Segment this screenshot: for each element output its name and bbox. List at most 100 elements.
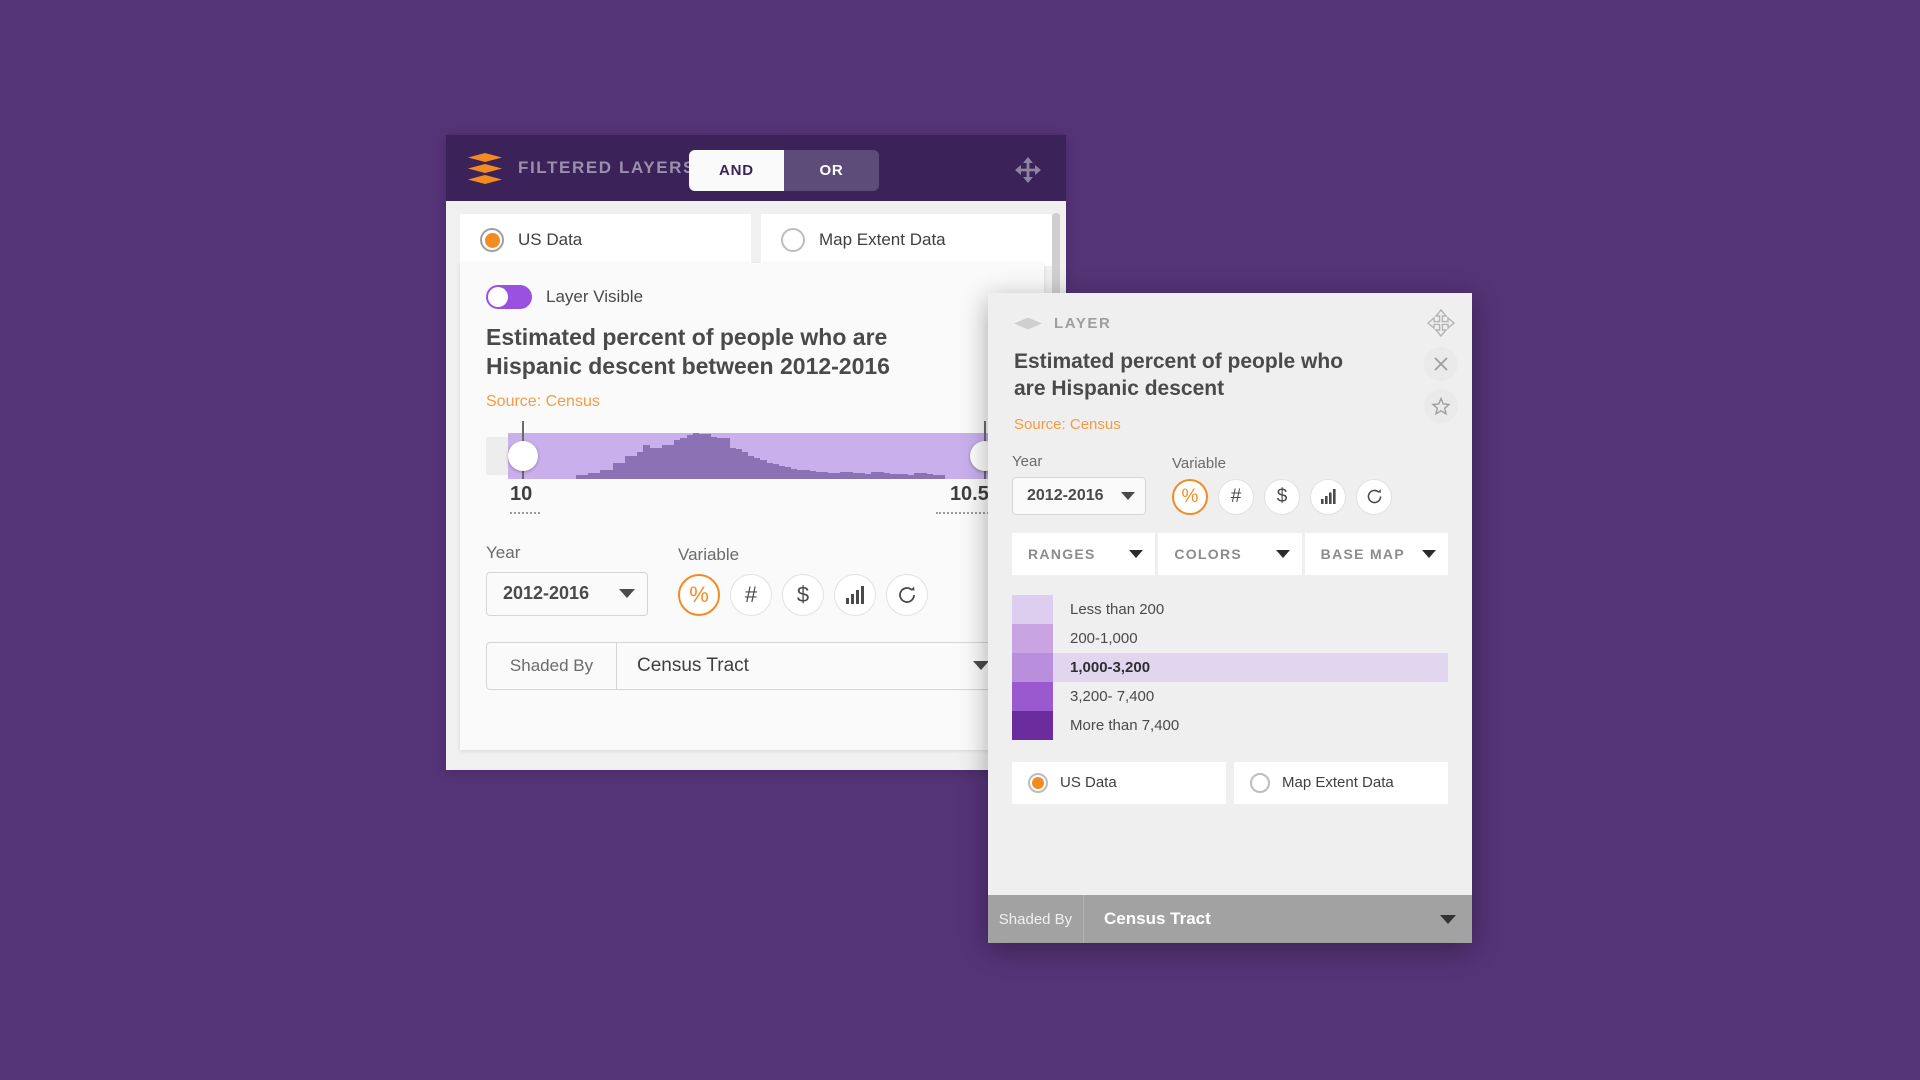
bar-chart-icon[interactable]: [834, 573, 876, 616]
percent-icon[interactable]: %: [678, 573, 720, 616]
variable-button-group: % # $: [1172, 478, 1392, 515]
layer-detail-header: LAYER Estimated percent of people who ar…: [988, 293, 1472, 433]
or-option[interactable]: OR: [784, 150, 879, 191]
filtered-layers-header: FILTERED LAYERS AND OR: [446, 135, 1066, 201]
layer-visible-toggle[interactable]: [486, 285, 532, 309]
year-select[interactable]: 2012-2016: [1012, 476, 1146, 515]
variable-label: Variable: [678, 544, 740, 564]
hash-icon[interactable]: #: [1218, 478, 1254, 515]
legend-item[interactable]: Less than 200: [1012, 594, 1448, 624]
histogram-range-slider[interactable]: [486, 420, 1018, 479]
layer-filter-card: Layer Visible Estimated percent of peopl…: [460, 263, 1044, 750]
legend-color-swatch: [1012, 681, 1053, 711]
year-field: Year 2012-2016: [486, 543, 648, 616]
layer-detail-controls-row: Year 2012-2016 Variable % # $: [1012, 453, 1448, 515]
shaded-by-control[interactable]: Shaded By Census Tract: [486, 641, 1006, 690]
year-value: 2012-2016: [1027, 486, 1104, 504]
shaded-by-value: Census Tract: [1104, 909, 1211, 928]
shaded-by-label: Shaded By: [988, 895, 1084, 943]
histogram-bar: [938, 474, 946, 479]
radio-icon[interactable]: [1250, 772, 1270, 793]
legend-item[interactable]: 3,200- 7,400: [1012, 681, 1448, 711]
bar-chart-icon[interactable]: [1310, 478, 1346, 515]
filtered-scope-radio-group: US Data Map Extent Data: [446, 201, 1066, 266]
single-layer-icon: [1014, 317, 1042, 330]
scope-option-label: US Data: [518, 230, 583, 249]
layer-detail-body: Year 2012-2016 Variable % # $ RANGES COL…: [988, 453, 1472, 804]
colors-label: COLORS: [1174, 545, 1243, 562]
scope-option-us-data[interactable]: US Data: [1012, 761, 1226, 804]
dollar-icon[interactable]: $: [782, 573, 824, 616]
legend-item-label: More than 7,400: [1070, 716, 1180, 734]
percent-icon[interactable]: %: [1172, 478, 1208, 515]
filtered-layers-title: FILTERED LAYERS: [518, 158, 696, 177]
legend-item-label: 200-1,000: [1070, 629, 1138, 647]
layer-detail-actions: [1424, 307, 1458, 423]
refresh-icon[interactable]: [886, 573, 928, 616]
legend-color-swatch: [1012, 710, 1053, 740]
shaded-by-select[interactable]: Census Tract: [1084, 895, 1472, 943]
variable-field: Variable % # $: [678, 545, 928, 616]
variable-label: Variable: [1172, 454, 1226, 472]
dollar-icon[interactable]: $: [1264, 478, 1300, 515]
colors-dropdown[interactable]: COLORS: [1158, 532, 1302, 575]
radio-icon[interactable]: [781, 228, 805, 252]
histogram-bars: [508, 432, 1000, 479]
base-map-dropdown[interactable]: BASE MAP: [1304, 532, 1448, 575]
variable-button-group: % # $: [678, 573, 928, 616]
chevron-down-icon: [619, 589, 635, 599]
slider-handle-min[interactable]: [508, 440, 538, 471]
chevron-down-icon: [973, 661, 989, 671]
layer-visible-row: Layer Visible: [486, 285, 1018, 309]
scope-option-label: Map Extent Data: [1282, 774, 1394, 792]
chevron-down-icon: [1421, 549, 1436, 558]
detail-shaded-by-control[interactable]: Shaded By Census Tract: [988, 895, 1472, 943]
slider-value-labels: 10 10.5k: [486, 483, 1018, 517]
legend-color-swatch: [1012, 652, 1053, 682]
detail-scope-radio-group: US Data Map Extent Data: [1012, 761, 1448, 804]
layer-source: Source: Census: [486, 392, 600, 410]
chevron-down-icon: [1275, 549, 1290, 558]
close-icon[interactable]: [1424, 347, 1458, 381]
chevron-down-icon: [1121, 491, 1135, 500]
legend-item[interactable]: More than 7,400: [1012, 710, 1448, 740]
star-icon[interactable]: [1424, 389, 1458, 423]
legend-color-swatch: [1012, 623, 1053, 653]
chevron-down-icon: [1129, 549, 1144, 558]
legend-item[interactable]: 200-1,000: [1012, 623, 1448, 653]
radio-icon[interactable]: [1028, 772, 1048, 793]
move-cross-icon[interactable]: [1012, 154, 1044, 186]
layer-detail-source: Source: Census: [1014, 415, 1121, 433]
hash-icon[interactable]: #: [730, 573, 772, 616]
variable-field: Variable % # $: [1172, 455, 1392, 515]
shaded-by-select[interactable]: Census Tract: [617, 643, 1005, 689]
chevron-down-icon: [1440, 914, 1456, 924]
scope-option-label: Map Extent Data: [819, 230, 946, 249]
scope-option-map-extent[interactable]: Map Extent Data: [1234, 761, 1448, 804]
layer-kicker-row: LAYER: [1014, 315, 1446, 332]
layer-controls-row: Year 2012-2016 Variable % # $: [486, 543, 1018, 616]
radio-icon[interactable]: [480, 228, 504, 252]
year-value: 2012-2016: [503, 583, 590, 604]
year-field: Year 2012-2016: [1012, 453, 1146, 515]
min-underline: [510, 511, 540, 514]
scope-option-us-data[interactable]: US Data: [460, 214, 751, 266]
legend-color-swatch: [1012, 594, 1053, 624]
year-label: Year: [1012, 452, 1043, 470]
and-option[interactable]: AND: [689, 150, 784, 191]
layer-title: Estimated percent of people who are Hisp…: [486, 324, 890, 380]
layers-stack-icon: [468, 153, 502, 184]
scope-option-map-extent[interactable]: Map Extent Data: [761, 214, 1052, 266]
legend-item-label: 1,000-3,200: [1070, 658, 1151, 676]
and-or-toggle[interactable]: AND OR: [689, 150, 879, 191]
move-cross-icon[interactable]: [1425, 307, 1457, 339]
year-select[interactable]: 2012-2016: [486, 571, 648, 616]
legend-list: Less than 200 200-1,000 1,000-3,200 3,200- …: [1012, 594, 1448, 740]
refresh-icon[interactable]: [1356, 478, 1392, 515]
ranges-dropdown[interactable]: RANGES: [1012, 532, 1156, 575]
scope-option-label: US Data: [1060, 774, 1117, 792]
legend-item-label: Less than 200: [1070, 600, 1165, 618]
legend-item[interactable]: 1,000-3,200: [1012, 652, 1448, 682]
style-dropdown-row: RANGES COLORS BASE MAP: [1012, 532, 1448, 575]
ranges-label: RANGES: [1028, 545, 1096, 562]
